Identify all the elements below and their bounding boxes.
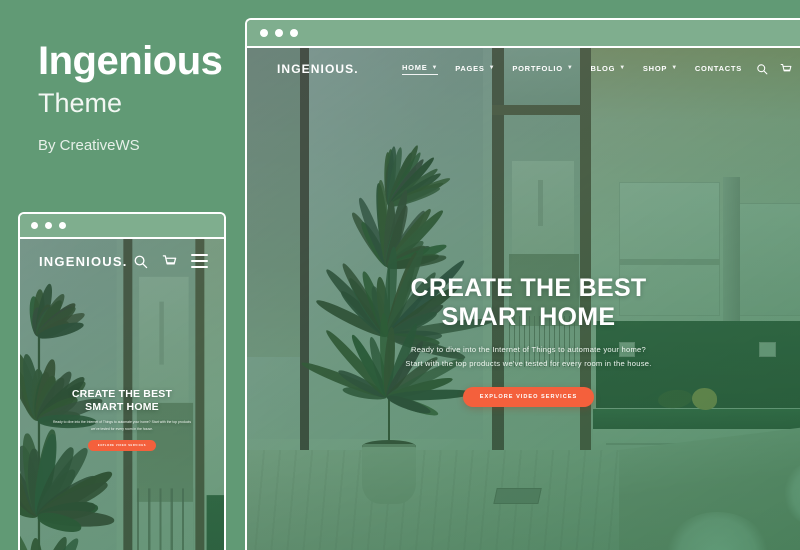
author-credit: By CreativeWS [38,137,238,154]
mobile-hero-title-line-1: CREATE THE BEST [72,388,172,400]
hero-title: CREATE THE BEST SMART HOME [411,274,647,331]
promo-panel: Ingenious Theme By CreativeWS [38,40,238,154]
mobile-explore-video-services-button[interactable]: EXPLORE VIDEO SERVICES [88,440,156,451]
hero-sub-line-1: Ready to dive into the Internet of Thing… [411,345,646,354]
window-dot-maximize-icon[interactable] [59,222,66,229]
window-dot-close-icon[interactable] [31,222,38,229]
mobile-hero-section: CREATE THE BEST SMART HOME Ready to dive… [20,239,224,550]
mobile-hero-subtitle: Ready to dive into the Internet of Thing… [52,419,192,431]
mobile-window-titlebar [20,214,224,239]
mobile-browser-window: INGENIOUS. CREATE THE BEST SMART HOME Re… [18,212,226,550]
hero-title-line-1: CREATE THE BEST [411,274,647,302]
window-dot-close-icon[interactable] [260,29,268,37]
mobile-hero-sub-line-1: Ready to dive into the Internet of Thing… [53,420,151,424]
page-title: Ingenious [38,40,238,82]
page-subtitle: Theme [38,88,238,119]
mobile-viewport: INGENIOUS. CREATE THE BEST SMART HOME Re… [20,239,224,550]
hero-section: CREATE THE BEST SMART HOME Ready to dive… [247,48,800,550]
mobile-hero-title-line-2: SMART HOME [85,401,159,413]
explore-video-services-button[interactable]: EXPLORE VIDEO SERVICES [463,387,594,407]
mobile-hero-title: CREATE THE BEST SMART HOME [72,388,172,413]
hero-title-line-2: SMART HOME [442,303,616,331]
desktop-viewport: INGENIOUS. HOME ▼ PAGES ▼ PORTFOLIO ▼ BL… [247,48,800,550]
hero-subtitle: Ready to dive into the Internet of Thing… [405,343,651,370]
window-dot-maximize-icon[interactable] [290,29,298,37]
mobile-window-controls [31,222,66,229]
window-dot-minimize-icon[interactable] [45,222,52,229]
window-dot-minimize-icon[interactable] [275,29,283,37]
desktop-browser-window: INGENIOUS. HOME ▼ PAGES ▼ PORTFOLIO ▼ BL… [245,18,800,550]
desktop-window-titlebar [247,20,800,48]
hero-sub-line-2: Start with the top products we've tested… [405,359,651,368]
window-controls [260,29,298,37]
